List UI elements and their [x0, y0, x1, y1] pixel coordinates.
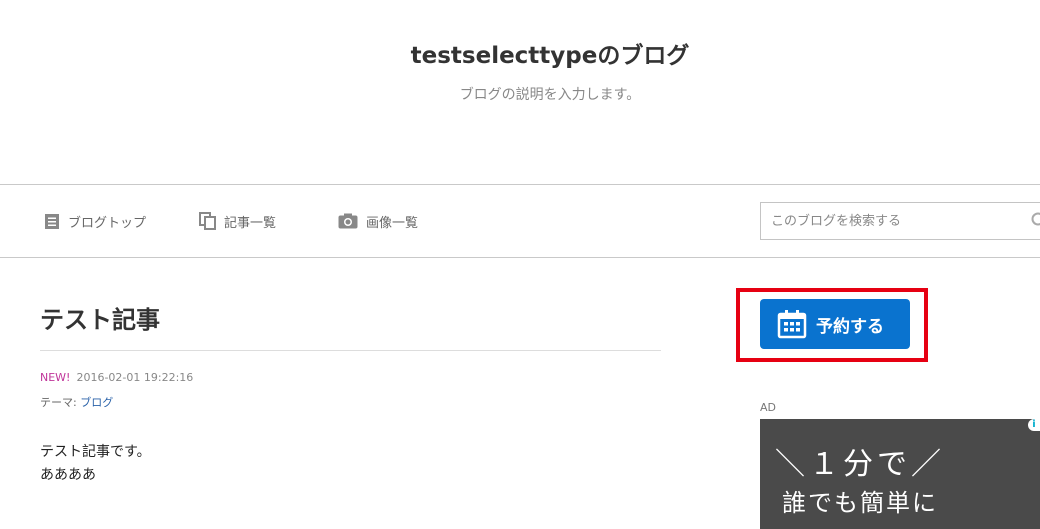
article-body-line: ああああ	[40, 467, 96, 483]
article-date: 2016-02-01 19:22:16	[76, 371, 194, 384]
search-button[interactable]	[1031, 212, 1040, 234]
article-meta: NEW! 2016-02-01 19:22:16	[40, 371, 193, 384]
nav-item-blog-top[interactable]: ブログトップ	[44, 211, 146, 231]
new-badge: NEW!	[40, 371, 71, 384]
theme-label: テーマ:	[40, 396, 77, 409]
article-theme: テーマ: ブログ	[40, 394, 113, 410]
ad-info-icon[interactable]: i	[1028, 419, 1040, 431]
search-icon	[1031, 212, 1040, 226]
document-icon	[45, 213, 59, 229]
nav-item-label: 画像一覧	[366, 215, 419, 231]
blog-title[interactable]: testselecttypeのブログ	[0, 36, 1040, 70]
theme-link[interactable]: ブログ	[80, 396, 113, 409]
search-input[interactable]	[761, 203, 1021, 239]
article-title[interactable]: テスト記事	[40, 300, 160, 335]
calendar-icon	[777, 310, 807, 339]
ad-text-line: ＼１分で／	[775, 447, 945, 482]
reserve-button-label: 予約する	[816, 316, 884, 337]
reserve-button[interactable]: 予約する	[760, 299, 910, 349]
nav-item-label: ブログトップ	[68, 215, 147, 231]
nav-item-image-list[interactable]: 画像一覧	[338, 211, 418, 231]
nav-item-label: 記事一覧	[224, 215, 277, 231]
divider	[40, 350, 661, 351]
ad-text-line: 誰でも簡単に	[782, 489, 938, 517]
search-box	[760, 202, 1040, 240]
ad-label: AD	[760, 401, 776, 414]
article-body: テスト記事です。 ああああ	[40, 441, 151, 487]
copy-icon	[199, 212, 216, 230]
nav-item-article-list[interactable]: 記事一覧	[199, 211, 276, 231]
global-nav: ブログトップ 記事一覧 画像一覧	[0, 184, 1040, 258]
camera-icon	[338, 213, 358, 229]
blog-description: ブログの説明を入力します。	[459, 87, 641, 103]
blog-header: testselecttypeのブログ ブログの説明を入力します。	[0, 0, 1040, 184]
ad-banner[interactable]: ＼１分で／ 誰でも簡単に	[760, 419, 1040, 529]
article-body-line: テスト記事です。	[40, 444, 151, 460]
